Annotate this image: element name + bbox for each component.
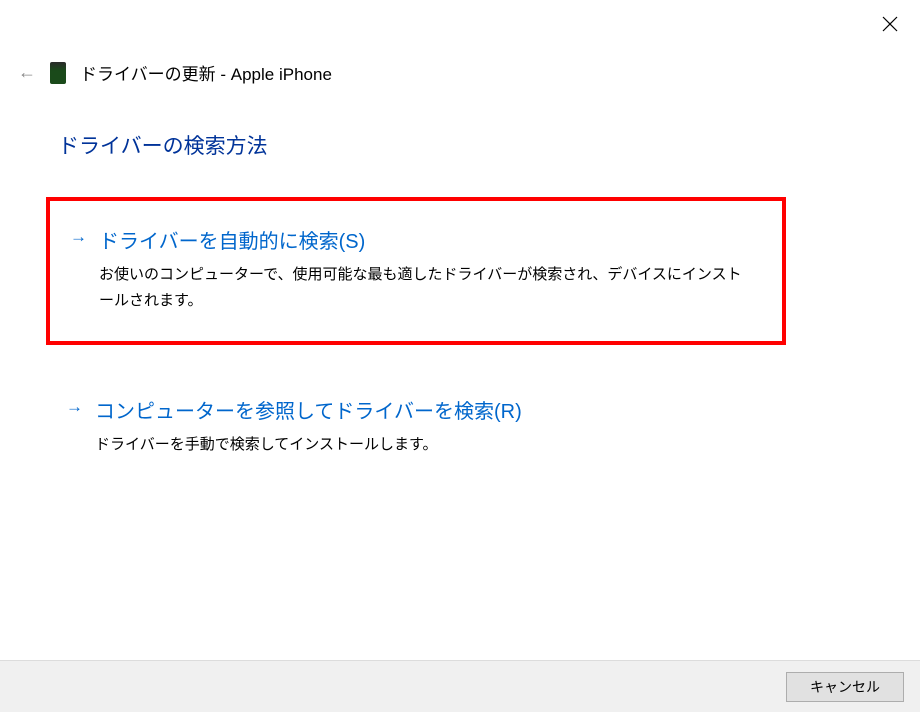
arrow-right-icon: →	[66, 397, 83, 417]
option-content: コンピューターを参照してドライバーを検索(R) ドライバーを手動で検索してインス…	[95, 395, 758, 458]
footer-bar: キャンセル	[0, 660, 920, 712]
arrow-right-icon: →	[70, 227, 87, 247]
option-manual-search[interactable]: → コンピューターを参照してドライバーを検索(R) ドライバーを手動で検索してイ…	[46, 371, 786, 482]
option-auto-title: ドライバーを自動的に検索(S)	[99, 225, 754, 254]
close-button[interactable]	[876, 10, 904, 38]
option-manual-title: コンピューターを参照してドライバーを検索(R)	[95, 395, 758, 424]
header: ← ドライバーの更新 - Apple iPhone	[18, 60, 332, 85]
option-inner: → コンピューターを参照してドライバーを検索(R) ドライバーを手動で検索してイ…	[66, 395, 758, 458]
option-content: ドライバーを自動的に検索(S) お使いのコンピューターで、使用可能な最も適したド…	[99, 225, 754, 313]
option-auto-search[interactable]: → ドライバーを自動的に検索(S) お使いのコンピューターで、使用可能な最も適し…	[46, 197, 786, 345]
option-inner: → ドライバーを自動的に検索(S) お使いのコンピューターで、使用可能な最も適し…	[70, 225, 754, 313]
back-button[interactable]: ←	[18, 62, 36, 83]
section-heading: ドライバーの検索方法	[58, 130, 268, 160]
window-title: ドライバーの更新 - Apple iPhone	[80, 60, 332, 85]
cancel-button[interactable]: キャンセル	[786, 672, 904, 702]
device-icon	[50, 62, 66, 84]
option-manual-desc: ドライバーを手動で検索してインストールします。	[95, 432, 758, 458]
option-auto-desc: お使いのコンピューターで、使用可能な最も適したドライバーが検索され、デバイスにイ…	[99, 262, 754, 313]
close-icon	[882, 16, 898, 32]
